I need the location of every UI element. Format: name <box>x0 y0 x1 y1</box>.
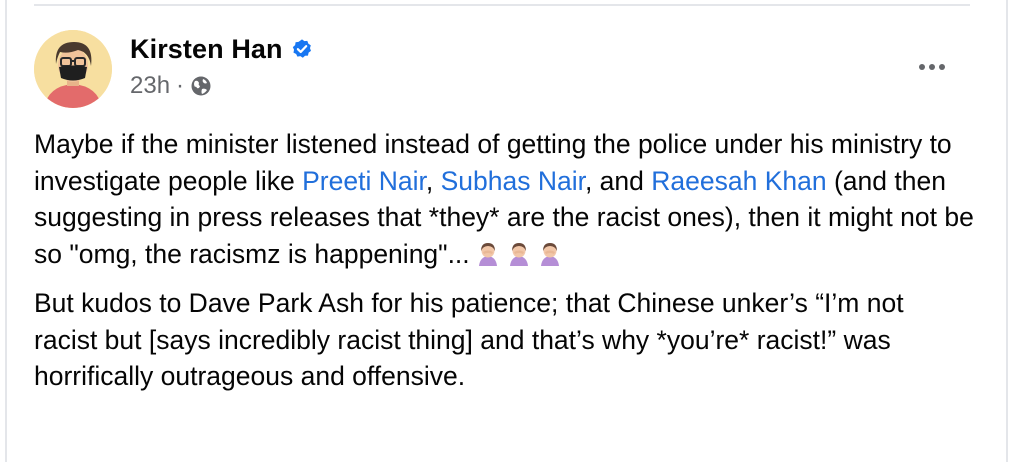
post-body: Maybe if the minister listened instead o… <box>34 126 974 408</box>
globe-icon[interactable] <box>190 75 212 97</box>
ellipsis-dot <box>939 64 945 70</box>
ellipsis-dot <box>929 64 935 70</box>
card-right-border <box>1006 0 1008 462</box>
ellipsis-dot <box>919 64 925 70</box>
post-meta: 23h · <box>130 72 212 100</box>
woman-facepalming-icon <box>505 240 533 268</box>
post-paragraph-1: Maybe if the minister listened instead o… <box>34 126 974 272</box>
paragraph-text: , <box>425 165 441 196</box>
avatar-illustration <box>34 30 112 108</box>
card-left-border <box>5 0 7 462</box>
mention-link-subhas-nair[interactable]: Subhas Nair <box>441 166 585 196</box>
author-line: Kirsten Han <box>130 34 313 64</box>
verified-badge-icon <box>291 38 313 60</box>
card-top-divider <box>34 4 970 6</box>
emoji-group <box>474 240 564 268</box>
more-options-button[interactable] <box>912 56 952 78</box>
mention-link-raeesah-khan[interactable]: Raeesah Khan <box>651 166 826 196</box>
post-timestamp[interactable]: 23h <box>130 72 170 100</box>
author-name[interactable]: Kirsten Han <box>130 34 283 65</box>
mention-link-preeti-nair[interactable]: Preeti Nair <box>302 166 426 196</box>
post-card: Kirsten Han 23h · Maybe if the minister … <box>0 0 1012 462</box>
avatar[interactable] <box>34 30 112 108</box>
meta-separator: · <box>176 72 185 99</box>
post-paragraph-2: But kudos to Dave Park Ash for his patie… <box>34 288 904 391</box>
woman-facepalming-icon <box>474 240 502 268</box>
woman-facepalming-icon <box>536 240 564 268</box>
paragraph-text: , and <box>584 165 652 196</box>
post-header: Kirsten Han 23h · <box>34 28 974 112</box>
